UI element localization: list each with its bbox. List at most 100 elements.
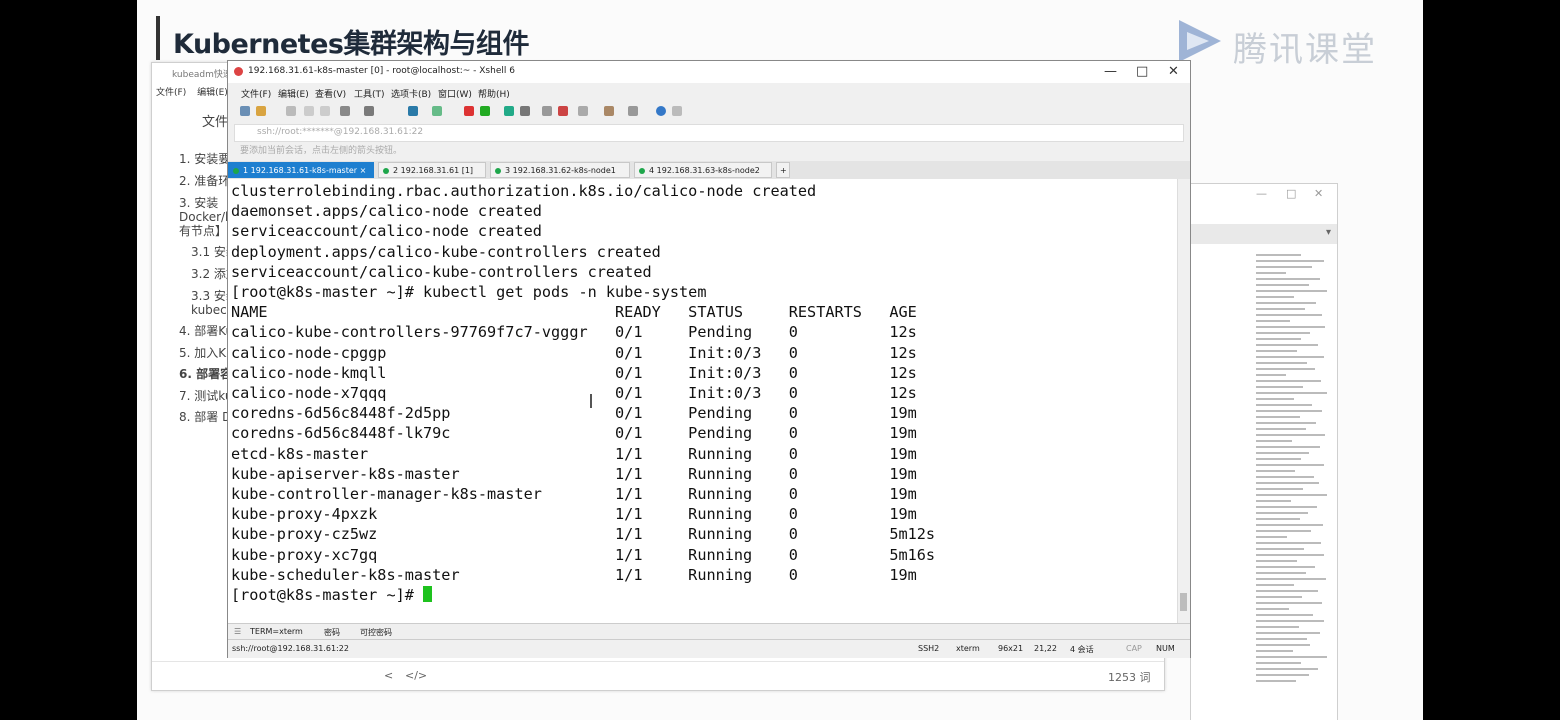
menu-icon[interactable]: ☰ xyxy=(234,627,241,636)
xshell-menu-bar: 文件(F) 编辑(E) 查看(V) 工具(T) 选项卡(B) 窗口(W) 帮助(… xyxy=(228,83,1190,101)
right-window-titlebar: — □ ✕ xyxy=(1191,184,1337,206)
connected-dot-icon xyxy=(639,167,645,174)
maximize-icon[interactable]: □ xyxy=(1286,187,1296,200)
document-footer: < </> 1253 词 xyxy=(152,661,1164,690)
status-protocol: SSH2 xyxy=(918,644,940,653)
pod-row: kube-scheduler-k8s-master 1/1 Running 0 … xyxy=(231,565,917,584)
lock-icon[interactable] xyxy=(520,106,530,116)
properties-icon[interactable] xyxy=(364,106,374,116)
compose-controlled-password[interactable]: 可控密码 xyxy=(360,627,392,638)
terminal-line: deployment.apps/calico-kube-controllers … xyxy=(231,242,661,261)
maximize-icon[interactable]: □ xyxy=(1136,64,1148,79)
menu-file[interactable]: 文件(F) xyxy=(241,87,271,100)
highlight-icon[interactable] xyxy=(558,106,568,116)
menu-tools[interactable]: 工具(T) xyxy=(354,87,385,100)
menu-tabs[interactable]: 选项卡(B) xyxy=(391,87,431,100)
tab-label: 3 192.168.31.62-k8s-node1 xyxy=(505,166,616,175)
menu-window[interactable]: 窗口(W) xyxy=(438,87,472,100)
add-tab-button[interactable]: + xyxy=(776,162,790,178)
session-hint: 要添加当前会话，点击左侧的箭头按钮。 xyxy=(240,143,402,156)
pod-row: kube-proxy-cz5wz 1/1 Running 0 5m12s xyxy=(231,525,936,544)
text-cursor-icon xyxy=(590,394,592,408)
right-document-window: — □ ✕ ▾ xyxy=(1190,183,1338,720)
terminal-line: serviceaccount/calico-kube-controllers c… xyxy=(231,262,652,281)
pod-row: coredns-6d56c8448f-2d5pp 0/1 Pending 0 1… xyxy=(231,404,917,423)
pods-table-header: NAME READY STATUS RESTARTS AGE xyxy=(231,303,917,322)
disconnect-icon[interactable] xyxy=(286,106,296,116)
scrollbar-thumb[interactable] xyxy=(1180,593,1187,611)
globe-icon[interactable] xyxy=(408,106,418,116)
status-bar: ssh://root@192.168.31.61:22 SSH2 xterm 9… xyxy=(228,639,1190,658)
xshell-app-icon xyxy=(234,67,243,76)
terminal-cursor xyxy=(423,586,433,603)
address-text: ssh://root:*******@192.168.31.61:22 xyxy=(257,127,424,137)
close-icon[interactable]: ✕ xyxy=(1168,64,1179,79)
find-icon[interactable] xyxy=(340,106,350,116)
pod-row: etcd-k8s-master 1/1 Running 0 19m xyxy=(231,444,917,463)
connected-dot-icon xyxy=(383,167,389,174)
copy-icon[interactable] xyxy=(304,106,314,116)
xshell-window-title: 192.168.31.61-k8s-master [0] - root@loca… xyxy=(248,66,515,76)
xshell-toolbar xyxy=(228,101,1190,123)
terminal-line: daemonset.apps/calico-node created xyxy=(231,202,542,221)
compose-icon[interactable] xyxy=(578,106,588,116)
paste-icon[interactable] xyxy=(320,106,330,116)
tab-session-1[interactable]: 1 192.168.31.61-k8s-master × xyxy=(228,162,374,178)
terminal-line: [root@k8s-master ~]# kubectl get pods -n… xyxy=(231,283,707,302)
minimize-icon[interactable]: — xyxy=(1104,64,1117,79)
terminal[interactable]: clusterrolebinding.rbac.authorization.k8… xyxy=(228,179,1178,623)
status-cap: CAP xyxy=(1126,644,1142,653)
chat-icon[interactable] xyxy=(672,106,682,116)
terminal-scrollbar[interactable] xyxy=(1177,179,1190,623)
code-view-button[interactable]: </> xyxy=(405,669,427,682)
tab-label: 1 192.168.31.61-k8s-master × xyxy=(243,166,367,175)
terminal-output: clusterrolebinding.rbac.authorization.k8… xyxy=(228,179,1178,605)
font-icon[interactable] xyxy=(432,106,442,116)
status-position: 21,22 xyxy=(1034,644,1057,653)
minimize-icon[interactable]: — xyxy=(1256,187,1267,200)
document-window-title: kubeadm快速 xyxy=(172,70,232,80)
menu-edit[interactable]: 编辑(E) xyxy=(278,87,309,100)
compose-bar: ☰ TERM=xterm 密码 可控密码 xyxy=(228,623,1190,640)
tencent-classroom-logo: 腾讯课堂 xyxy=(1171,16,1391,70)
word-count: 1253 词 xyxy=(1108,671,1151,684)
new-session-icon[interactable] xyxy=(240,106,250,116)
fullscreen-icon[interactable] xyxy=(504,106,514,116)
menu-help[interactable]: 帮助(H) xyxy=(478,87,510,100)
close-icon[interactable]: ✕ xyxy=(1314,187,1323,200)
script-icon[interactable] xyxy=(480,106,490,116)
document-heading: 文件 xyxy=(202,115,229,130)
help-icon[interactable] xyxy=(656,106,666,116)
tab-session-3[interactable]: 3 192.168.31.62-k8s-node1 xyxy=(490,162,630,178)
pod-row: kube-proxy-4pxzk 1/1 Running 0 19m xyxy=(231,505,917,524)
doc-menu-edit[interactable]: 编辑(E) xyxy=(197,88,228,98)
terminal-prompt: [root@k8s-master ~]# xyxy=(231,586,424,605)
connected-dot-icon xyxy=(233,167,239,174)
prev-nav-button[interactable]: < xyxy=(384,669,393,682)
compose-password[interactable]: 密码 xyxy=(324,627,340,638)
session-tab-bar: 1 192.168.31.61-k8s-master × 2 192.168.3… xyxy=(228,161,1190,180)
pod-row: calico-node-cpggp 0/1 Init:0/3 0 12s xyxy=(231,343,917,362)
xshell-titlebar: 192.168.31.61-k8s-master [0] - root@loca… xyxy=(228,61,1190,83)
document-menu-bar: 文件(F) 编辑(E) xyxy=(156,85,236,98)
pod-row: calico-node-kmqll 0/1 Init:0/3 0 12s xyxy=(231,363,917,382)
right-window-toolbar: ▾ xyxy=(1191,224,1337,244)
keyboard-icon[interactable] xyxy=(542,106,552,116)
session-hint-text: 要添加当前会话，点击左侧的箭头按钮。 xyxy=(240,146,403,156)
terminal-line: serviceaccount/calico-node created xyxy=(231,222,542,241)
tab-session-4[interactable]: 4 192.168.31.63-k8s-node2 xyxy=(634,162,772,178)
menu-view[interactable]: 查看(V) xyxy=(315,87,346,100)
layout-icon[interactable] xyxy=(628,106,638,116)
address-bar[interactable]: ssh://root:*******@192.168.31.61:22 xyxy=(234,124,1184,142)
xshell-window: 192.168.31.61-k8s-master [0] - root@loca… xyxy=(227,60,1191,658)
tab-label: 4 192.168.31.63-k8s-node2 xyxy=(649,166,760,175)
title-accent-bar xyxy=(156,16,160,60)
doc-menu-file[interactable]: 文件(F) xyxy=(156,88,186,98)
record-icon[interactable] xyxy=(604,106,614,116)
open-folder-icon[interactable] xyxy=(256,106,266,116)
tab-session-2[interactable]: 2 192.168.31.61 [1] xyxy=(378,162,486,178)
chevron-down-icon[interactable]: ▾ xyxy=(1326,227,1331,238)
compose-term-type[interactable]: TERM=xterm xyxy=(250,627,303,636)
status-connection: ssh://root@192.168.31.61:22 xyxy=(232,644,349,653)
xftp-icon[interactable] xyxy=(464,106,474,116)
